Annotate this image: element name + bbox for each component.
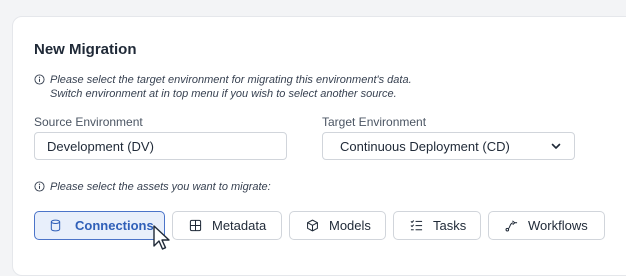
tasks-button[interactable]: Tasks [393,211,481,240]
database-icon [50,219,61,232]
assets-info-note: Please select the assets you want to mig… [34,180,271,194]
connections-button[interactable]: Connections [34,211,165,240]
info-icon [34,74,45,85]
migration-card: New Migration Please select the target e… [12,16,626,276]
target-environment-label: Target Environment [322,115,427,129]
info-icon [34,181,45,192]
models-button[interactable]: Models [289,211,386,240]
source-environment-label: Source Environment [34,115,143,129]
tasks-label: Tasks [433,218,467,233]
asset-selector: Connections Metadata Models Tasks Workfl… [34,211,605,240]
table-icon [189,219,202,232]
target-info-note: Please select the target environment for… [34,73,412,101]
workflows-button[interactable]: Workflows [488,211,605,240]
info-line-2: Switch environment at in top menu if you… [50,88,397,100]
checklist-icon [410,220,423,231]
metadata-button[interactable]: Metadata [172,211,282,240]
connections-label: Connections [75,218,154,233]
chevron-down-icon [551,143,561,149]
cube-icon [307,219,318,232]
page-title: New Migration [34,41,137,58]
assets-info-text: Please select the assets you want to mig… [50,181,271,193]
workflows-label: Workflows [528,218,588,233]
metadata-label: Metadata [212,218,267,233]
info-line-1: Please select the target environment for… [50,74,412,86]
target-environment-value: Continuous Deployment (CD) [340,138,510,154]
source-environment-field: Development (DV) [34,132,287,160]
source-environment-value: Development (DV) [47,138,154,154]
target-environment-select[interactable]: Continuous Deployment (CD) [322,132,575,160]
workflow-icon [505,220,518,232]
models-label: Models [329,218,371,233]
